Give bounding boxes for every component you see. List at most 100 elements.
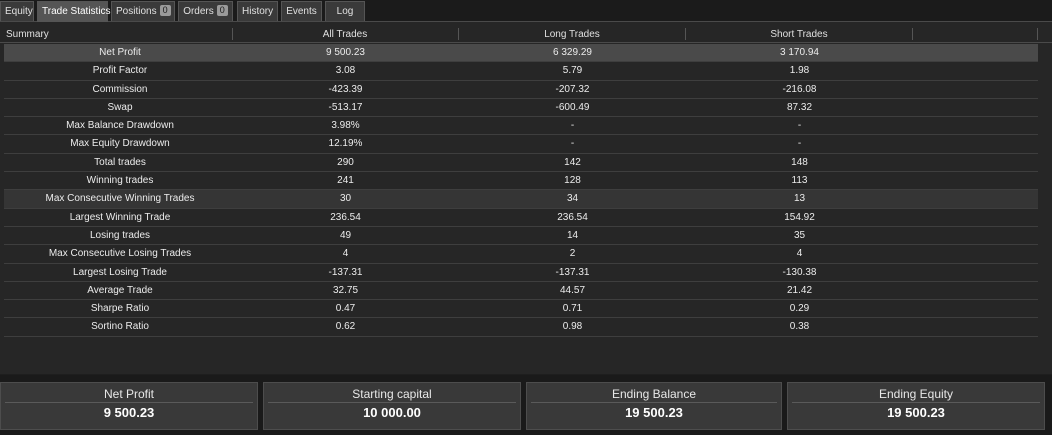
row-short-trades: 154.92	[784, 211, 815, 223]
tab-equity-label: Equity	[5, 6, 33, 17]
tab-orders-label: Orders	[183, 6, 214, 17]
ending-balance-card: Ending Balance 19 500.23	[526, 382, 782, 430]
row-all-trades: 236.54	[330, 211, 361, 223]
row-all-trades: 4	[342, 248, 349, 260]
row-long-trades: 142	[564, 156, 581, 168]
net-profit-value: 9 500.23	[103, 405, 155, 420]
row-all-trades: 0.62	[335, 321, 356, 333]
table-row[interactable]: Largest Winning Trade 236.54 236.54 154.92	[4, 209, 1038, 227]
table-row[interactable]: Largest Losing Trade -137.31 -137.31 -130.3…	[4, 264, 1038, 282]
row-all-trades: -513.17	[328, 101, 363, 113]
table-row[interactable]: Average Trade 32.75 44.57 21.42	[4, 282, 1038, 301]
table-row[interactable]: Max Consecutive Winning Trades 30 34 13	[4, 190, 1038, 209]
row-long-trades: 5.79	[562, 65, 583, 77]
table-row[interactable]: Total trades 290 142 148	[4, 154, 1038, 173]
row-short-trades: 0.38	[789, 321, 810, 333]
row-short-trades: 21.42	[786, 284, 813, 296]
row-long-trades: -207.32	[555, 83, 590, 95]
row-all-trades: 290	[337, 156, 354, 168]
row-short-trades: 3 170.94	[780, 47, 819, 58]
row-long-trades: 0.71	[562, 303, 583, 315]
row-label: Commission	[92, 83, 148, 95]
summary-bar: Net Profit 9 500.23 Starting capital 10 …	[0, 375, 1052, 435]
row-long-trades: -	[570, 138, 575, 150]
row-label: Max Equity Drawdown	[70, 138, 170, 150]
table-row[interactable]: Losing trades 49 14 35	[4, 227, 1038, 246]
row-all-trades: 32.75	[332, 284, 359, 296]
column-separator[interactable]	[912, 28, 913, 40]
header-long-trades[interactable]: Long Trades	[459, 28, 685, 41]
row-long-trades: 0.98	[562, 321, 583, 333]
positions-count-badge: 0	[159, 5, 171, 16]
row-long-trades: -	[570, 120, 575, 132]
net-profit-card: Net Profit 9 500.23	[0, 382, 258, 430]
row-long-trades: 236.54	[557, 211, 588, 223]
table-row[interactable]: Sharpe Ratio 0.47 0.71 0.29	[4, 300, 1038, 319]
table-row[interactable]: Max Equity Drawdown 12.19% - -	[4, 135, 1038, 154]
table-row[interactable]: Swap -513.17 -600.49 87.32	[4, 99, 1038, 118]
row-label: Swap	[107, 101, 133, 113]
starting-capital-value: 10 000.00	[363, 405, 421, 420]
row-long-trades: 2	[569, 248, 576, 260]
table-row[interactable]: Profit Factor 3.08 5.79 1.98	[4, 62, 1038, 81]
column-separator[interactable]	[1037, 28, 1038, 40]
row-label: Total trades	[94, 156, 146, 168]
row-all-trades: 9 500.23	[326, 47, 365, 58]
row-short-trades: 35	[793, 229, 806, 241]
row-long-trades: 6 329.29	[553, 47, 592, 58]
ending-equity-value: 19 500.23	[887, 405, 945, 420]
row-short-trades: 1.98	[789, 65, 810, 77]
row-long-trades: -600.49	[555, 101, 590, 113]
net-profit-label: Net Profit	[5, 387, 253, 403]
table-row[interactable]: Max Balance Drawdown 3.98% - -	[4, 117, 1038, 136]
tab-trade-statistics-label: Trade Statistics	[42, 6, 111, 17]
row-label: Profit Factor	[92, 65, 148, 77]
row-short-trades: 0.29	[789, 303, 810, 315]
row-all-trades: 3.98%	[331, 120, 360, 132]
header-short-trades[interactable]: Short Trades	[686, 28, 912, 41]
row-long-trades: 14	[566, 229, 579, 241]
row-all-trades: -423.39	[328, 83, 363, 95]
table-row[interactable]: Max Consecutive Losing Trades 4 2 4	[4, 245, 1038, 264]
table-row[interactable]: Winning trades 241 128 113	[4, 172, 1038, 191]
row-label: Max Consecutive Losing Trades	[48, 248, 192, 260]
row-label: Max Balance Drawdown	[66, 120, 174, 132]
row-short-trades: 87.32	[786, 101, 813, 113]
row-label: Sortino Ratio	[91, 321, 149, 333]
orders-count-badge: 0	[216, 5, 228, 16]
table-header: Summary All Trades Long Trades Short Tra…	[0, 26, 1052, 43]
header-all-trades[interactable]: All Trades	[232, 28, 458, 41]
tab-orders[interactable]: Orders 0	[178, 1, 233, 21]
tab-events[interactable]: Events	[281, 1, 322, 21]
ending-equity-card: Ending Equity 19 500.23	[787, 382, 1045, 430]
row-all-trades: 241	[337, 175, 354, 187]
starting-capital-label: Starting capital	[268, 387, 516, 403]
row-long-trades: 34	[566, 193, 579, 205]
tab-history[interactable]: History	[237, 1, 278, 21]
tab-log[interactable]: Log	[325, 1, 365, 21]
row-short-trades: 148	[791, 156, 808, 168]
row-label: Average Trade	[87, 284, 153, 296]
ending-balance-value: 19 500.23	[625, 405, 683, 420]
row-long-trades: -137.31	[555, 266, 590, 278]
tab-trade-statistics[interactable]: Trade Statistics	[37, 1, 111, 22]
row-short-trades: -216.08	[782, 83, 817, 95]
tab-positions[interactable]: Positions 0	[111, 1, 175, 21]
table-row[interactable]: Sortino Ratio 0.62 0.98 0.38	[4, 318, 1038, 337]
row-short-trades: -130.38	[782, 266, 817, 278]
row-short-trades: -	[797, 138, 802, 150]
row-label: Losing trades	[89, 229, 151, 241]
tab-events-label: Events	[286, 6, 317, 17]
row-all-trades: 30	[339, 193, 352, 205]
table-row[interactable]: Commission -423.39 -207.32 -216.08	[4, 81, 1038, 99]
row-all-trades: 3.08	[335, 65, 356, 77]
tab-equity[interactable]: Equity	[0, 1, 34, 21]
tab-log-label: Log	[336, 6, 354, 17]
statistics-table: Net Profit 9 500.23 6 329.29 3 170.94 Profit…	[4, 44, 1038, 337]
row-all-trades: 49	[339, 229, 352, 241]
row-all-trades: 12.19%	[328, 138, 363, 150]
trade-statistics-panel: Summary All Trades Long Trades Short Tra…	[0, 22, 1052, 374]
table-row[interactable]: Net Profit 9 500.23 6 329.29 3 170.94	[4, 44, 1038, 63]
row-short-trades: 13	[793, 193, 806, 205]
header-summary[interactable]: Summary	[6, 28, 49, 41]
